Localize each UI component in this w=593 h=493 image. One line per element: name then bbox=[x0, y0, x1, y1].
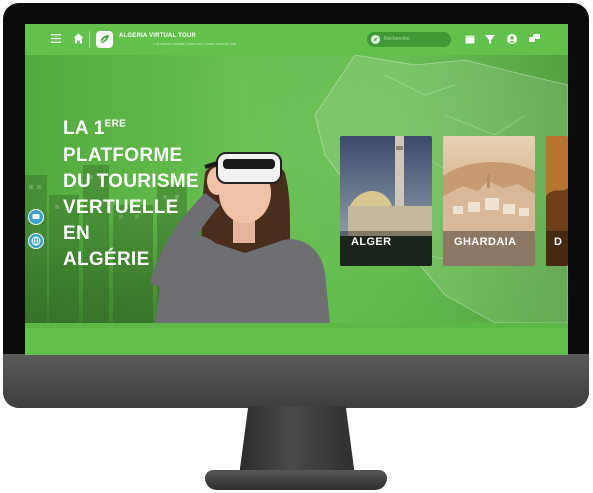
leaf-logo-icon[interactable] bbox=[96, 31, 113, 48]
home-icon[interactable] bbox=[73, 33, 84, 47]
vr-woman-image bbox=[150, 152, 330, 323]
calendar-icon[interactable] bbox=[465, 34, 475, 47]
card-title-partial: D bbox=[554, 236, 563, 248]
hero-heading-line-5: EN bbox=[63, 223, 90, 244]
hero-section: LA 1ERE PLATFORME DU TOURISME VERTUELLE … bbox=[25, 55, 568, 323]
destination-card-partial[interactable]: D bbox=[546, 136, 568, 266]
compass-icon bbox=[371, 35, 380, 44]
search-input[interactable]: Rechercher bbox=[367, 32, 451, 47]
monitor-stand-neck bbox=[239, 406, 355, 476]
card-title-ghardaia: GHARDAIA bbox=[454, 236, 517, 248]
message-icon[interactable] bbox=[28, 209, 44, 225]
hero-heading-text: LA 1 bbox=[63, 118, 105, 139]
user-icon[interactable] bbox=[507, 34, 517, 47]
chat-icon[interactable] bbox=[529, 34, 540, 47]
search-placeholder: Rechercher bbox=[384, 36, 410, 42]
funnel-icon[interactable] bbox=[485, 35, 495, 47]
hero-heading-line-1: LA 1ERE bbox=[63, 118, 126, 140]
hamburger-icon[interactable] bbox=[51, 34, 61, 46]
brand-title[interactable]: ALGERIA VIRTUAL TOUR bbox=[119, 33, 196, 39]
top-navigation-bar: ALGERIA VIRTUAL TOUR L'ALGÉRIE COMME VOU… bbox=[25, 24, 568, 55]
hero-heading-superscript: ERE bbox=[104, 118, 127, 130]
hero-heading-line-6: ALGÉRIE bbox=[63, 249, 150, 270]
globe-icon[interactable] bbox=[28, 233, 44, 249]
website-screen: ALGERIA VIRTUAL TOUR L'ALGÉRIE COMME VOU… bbox=[25, 24, 568, 355]
monitor-chin bbox=[3, 354, 589, 408]
bottom-bar bbox=[25, 328, 568, 355]
destination-card-alger[interactable]: ALGER bbox=[340, 136, 432, 266]
brand-subtitle: L'ALGÉRIE COMME VOUS NE L'AVEZ JAMAIS VU… bbox=[153, 42, 237, 46]
card-title-alger: ALGER bbox=[351, 236, 392, 248]
nav-divider bbox=[89, 31, 90, 48]
monitor-stand-foot bbox=[205, 470, 387, 490]
destination-card-ghardaia[interactable]: GHARDAIA bbox=[443, 136, 535, 266]
